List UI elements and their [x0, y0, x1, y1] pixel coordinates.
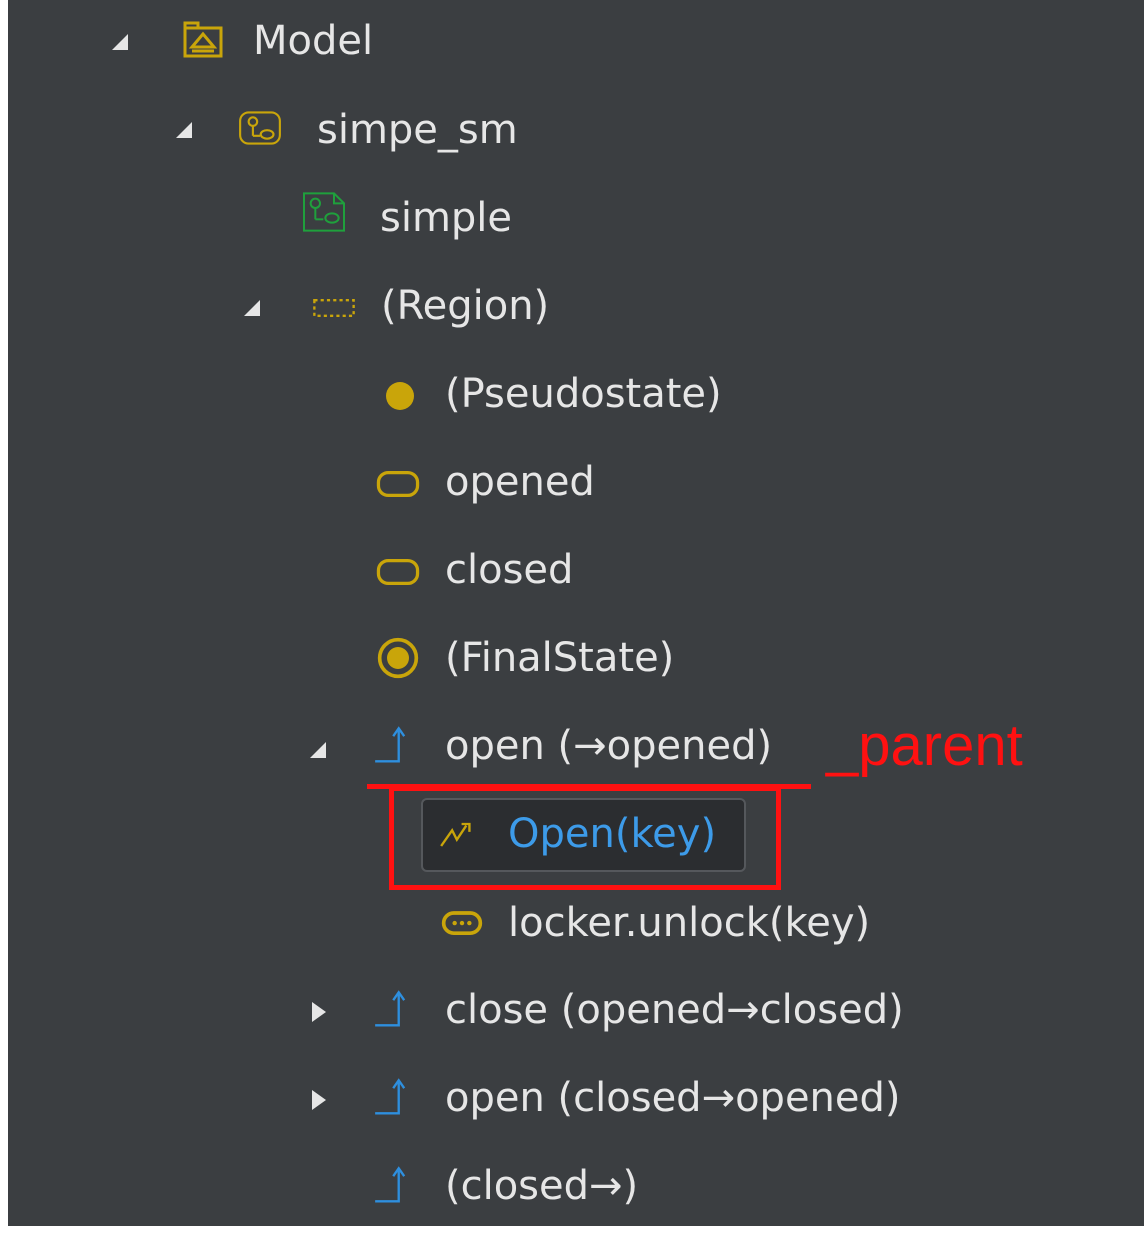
- tree-item-close-transition[interactable]: close (opened→closed): [445, 990, 904, 1030]
- tree-item-simpe-sm[interactable]: simpe_sm: [317, 110, 518, 150]
- expand-toggle-open-transition[interactable]: [306, 738, 330, 762]
- state-machine-diagram-icon: [302, 190, 346, 234]
- state-machine-icon: [238, 106, 282, 150]
- expand-toggle-close-transition[interactable]: [306, 1000, 330, 1024]
- tree-item-pseudostate[interactable]: (Pseudostate): [445, 374, 722, 414]
- state-icon: [376, 462, 420, 506]
- expanded-triangle-icon: [244, 300, 260, 316]
- model-explorer-tree: [8, 0, 1144, 1226]
- expand-toggle-simpe-sm[interactable]: [172, 118, 196, 142]
- transition-icon: [372, 1162, 416, 1206]
- region-icon: [312, 286, 356, 330]
- behavior-icon: [440, 902, 484, 946]
- tree-item-open-closed-transition[interactable]: open (closed→opened): [445, 1078, 901, 1118]
- expanded-triangle-icon: [176, 122, 192, 138]
- transition-icon: [372, 986, 416, 1030]
- transition-icon: [372, 722, 416, 766]
- transition-icon: [372, 1074, 416, 1118]
- tree-item-region[interactable]: (Region): [381, 286, 549, 326]
- collapsed-triangle-icon: [312, 1090, 326, 1110]
- expand-toggle-region[interactable]: [240, 296, 264, 320]
- expand-toggle-model[interactable]: [108, 30, 132, 54]
- collapsed-triangle-icon: [312, 1002, 326, 1022]
- tree-item-locker-unlock[interactable]: locker.unlock(key): [508, 903, 870, 943]
- tree-item-opened[interactable]: opened: [445, 462, 595, 502]
- tree-item-open-transition[interactable]: open (→opened): [445, 726, 772, 766]
- initial-pseudostate-icon: [378, 374, 422, 418]
- state-icon: [376, 550, 420, 594]
- expand-toggle-open-closed-transition[interactable]: [306, 1088, 330, 1112]
- tree-item-final-state[interactable]: (FinalState): [445, 638, 674, 678]
- tree-item-model[interactable]: Model: [253, 21, 373, 61]
- tree-item-simple[interactable]: simple: [380, 198, 512, 238]
- annotation-label: _parent: [826, 713, 1023, 778]
- expanded-triangle-icon: [310, 742, 326, 758]
- model-package-icon: [182, 18, 226, 62]
- tree-item-closed[interactable]: closed: [445, 550, 573, 590]
- final-state-icon: [376, 636, 420, 680]
- expanded-triangle-icon: [112, 34, 128, 50]
- tree-item-closed-final-transition[interactable]: (closed→): [445, 1166, 638, 1206]
- annotation-highlight-box: [389, 786, 781, 890]
